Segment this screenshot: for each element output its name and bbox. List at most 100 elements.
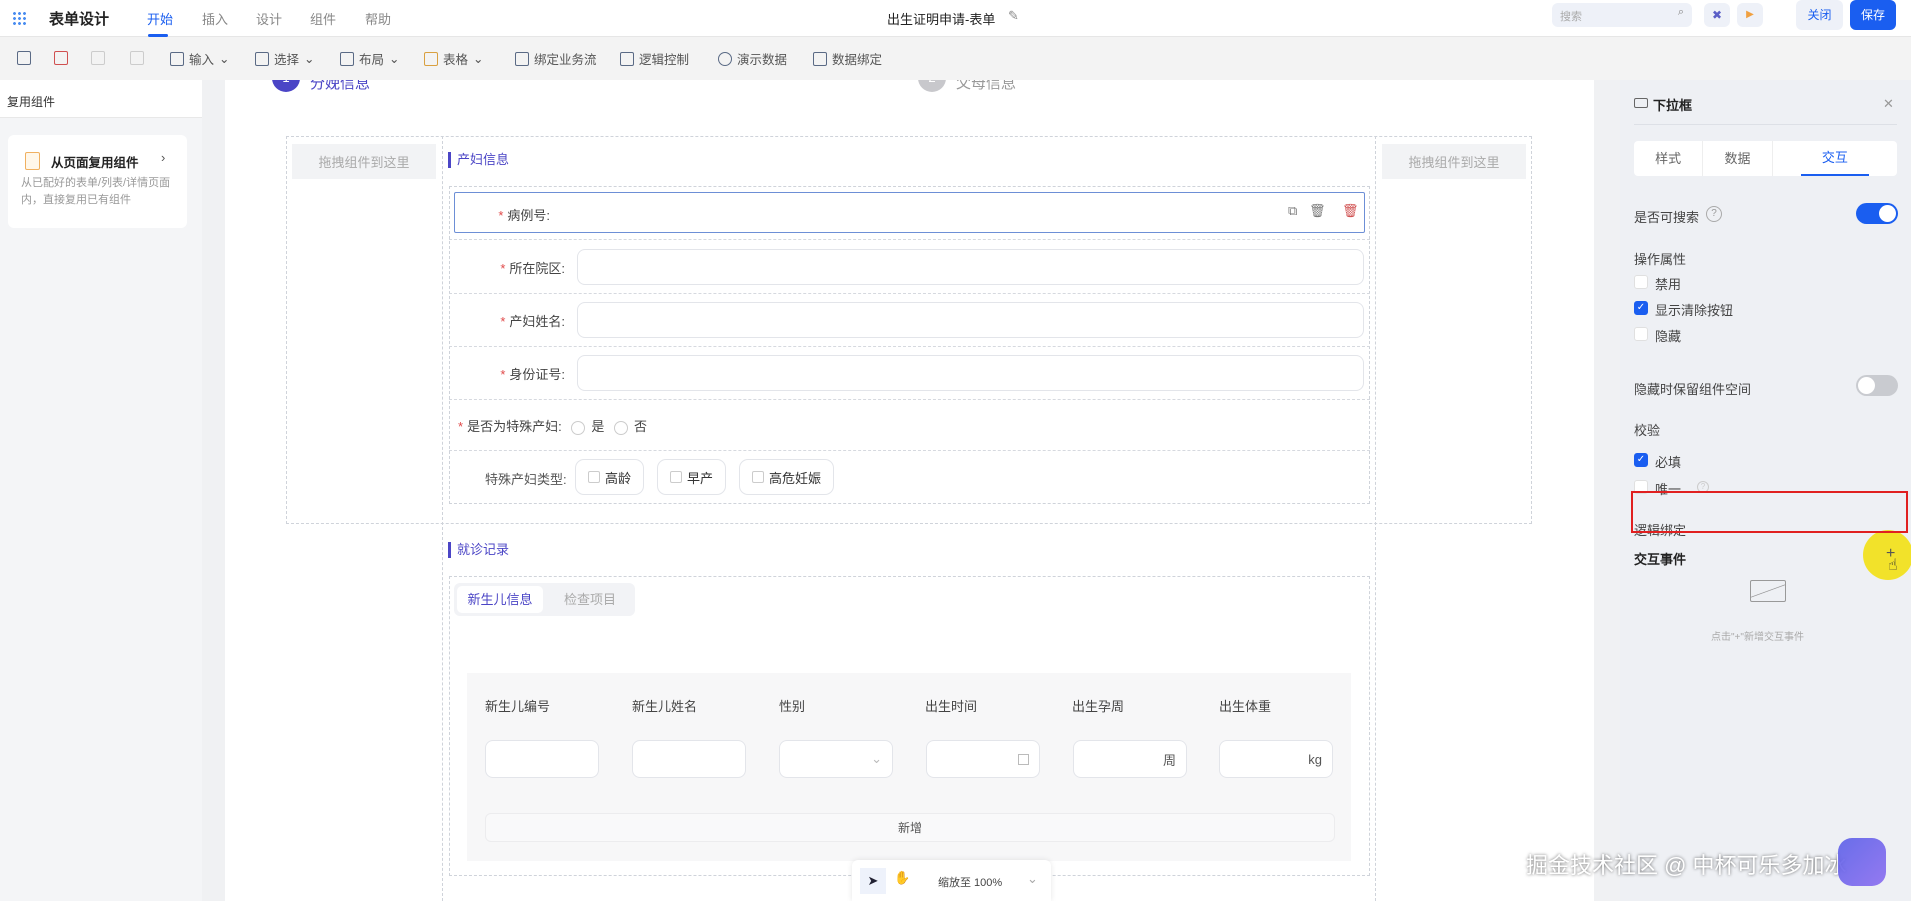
reuse-from-page-card[interactable]: 从页面复用组件 › 从已配好的表单/列表/详情页面内，直接复用已有组件 [8,135,187,228]
toolbar-data-binding[interactable]: 数据绑定 [813,49,882,68]
drop-zone-left[interactable]: 拖拽组件到这里 [292,144,436,179]
radio-no-label: 否 [633,419,647,434]
events-hint: 点击"+"新增交互事件 [1711,632,1804,643]
save-button[interactable]: 保存 [1850,0,1896,30]
panel-title: 下拉框 [1653,98,1693,113]
empty-events-icon [1750,580,1786,602]
app-title: 表单设计 [49,11,110,28]
select-icon [255,51,269,66]
tab-examinations[interactable]: 检查项目 [548,586,632,613]
flow-icon [515,51,529,66]
delete-field-icon[interactable]: 🗑 [1309,203,1326,219]
disable-checkbox[interactable] [1634,275,1648,289]
toolbar-demo-data[interactable]: 演示数据 [718,49,787,68]
disable-label: 禁用 [1655,277,1682,292]
op-title: 操作属性 [1634,252,1687,267]
birth-weight-input[interactable]: kg [1219,740,1333,778]
gestational-week-input[interactable]: 周 [1073,740,1187,778]
radio-yes[interactable] [571,420,586,435]
id-number-input[interactable] [577,355,1364,391]
nav-design[interactable]: 设计 [256,9,282,28]
calendar-icon [1018,753,1029,765]
tab-interaction[interactable]: 交互 [1800,141,1869,176]
birth-time-picker[interactable] [926,740,1040,778]
delete-icon[interactable] [54,51,68,65]
checkbox-advanced-age[interactable]: 高龄 [575,459,645,495]
toolbar: 输入 ⌄ 选择 ⌄ 布局 ⌄ 表格 ⌄ 绑定业务流 逻辑控制 演示数据 数据绑定 [0,37,1911,80]
toolbar-select-label: 选择 [274,53,300,67]
nav-components[interactable]: 组件 [310,9,336,28]
gender-select[interactable]: ⌄ [779,740,893,778]
nav-start[interactable]: 开始 [147,9,173,28]
left-panel-header: 复用组件 [0,80,202,118]
cursor-hand-icon: ☝ [1888,557,1898,574]
hide-checkbox[interactable] [1634,327,1648,341]
chevron-down-icon: ⌄ [389,52,400,66]
help-icon[interactable]: ? [1706,206,1722,222]
panel-divider [1634,124,1897,125]
radio-no[interactable] [613,420,628,435]
nav-help[interactable]: 帮助 [365,9,391,28]
toolbar-select[interactable]: 选择 ⌄ [255,49,315,68]
field-label-maternal-name: * 产妇姓名: [500,314,565,329]
toolbar-layout-label: 布局 [359,53,385,67]
search-input[interactable]: 搜索 ⌕ [1552,3,1692,27]
maternal-name-input[interactable] [577,302,1364,338]
chat-assistant-icon[interactable] [1838,838,1886,886]
keep-space-toggle[interactable] [1856,375,1898,396]
row-divider [449,399,1370,400]
required-checkbox[interactable]: ✓ [1634,453,1648,467]
newborn-name-input[interactable] [632,740,746,778]
newborn-id-input[interactable] [485,740,599,778]
chevron-right-icon: › [161,150,166,165]
toolbar-table-label: 表格 [443,53,469,67]
search-icon: ⌕ [1677,6,1684,18]
show-clear-checkbox[interactable]: ✓ [1634,301,1648,315]
checkbox-icon [588,471,600,483]
paste-icon[interactable] [130,51,144,65]
remove-field-icon[interactable]: 🗑 [1342,203,1359,219]
preview-play-icon[interactable]: ▶ [1737,3,1763,27]
copy-icon[interactable] [17,51,31,65]
close-panel-icon[interactable]: ✕ [1883,96,1894,112]
hand-tool-icon[interactable]: ✋ [894,870,910,886]
searchable-toggle[interactable] [1856,203,1898,224]
row-divider [449,450,1370,451]
add-row-button[interactable]: 新增 [485,813,1335,842]
toolbar-logic[interactable]: 逻辑控制 [620,49,689,68]
app-grid-icon[interactable] [12,11,26,25]
tab-newborn-info[interactable]: 新生儿信息 [457,586,543,613]
layout-icon [340,51,354,66]
close-button[interactable]: 关闭 [1796,0,1843,30]
chevron-down-icon[interactable]: ⌄ [1027,871,1038,887]
column-header: 新生儿姓名 [632,699,698,714]
toolbar-bind-flow[interactable]: 绑定业务流 [515,49,597,68]
checkbox-premature[interactable]: 早产 [657,459,727,495]
searchable-label: 是否可搜索 [1634,210,1700,225]
toolbar-table[interactable]: 表格 ⌄ [424,49,484,68]
field-label-id-number: * 身份证号: [500,367,565,382]
row-divider [449,239,1370,240]
nav-insert[interactable]: 插入 [202,9,228,28]
show-clear-label: 显示清除按钮 [1655,303,1734,318]
logic-icon [620,51,634,66]
special-type-label: 特殊产妇类型: [485,472,567,487]
keep-space-label: 隐藏时保留组件空间 [1634,382,1752,397]
case-number-input[interactable] [577,195,1363,231]
tab-data[interactable]: 数据 [1703,141,1773,176]
tab-style[interactable]: 样式 [1634,141,1704,176]
copy-field-icon[interactable]: ⧉ [1288,203,1297,219]
drop-zone-right[interactable]: 拖拽组件到这里 [1382,144,1526,179]
debug-icon[interactable]: ✖ [1704,3,1730,27]
toolbar-layout[interactable]: 布局 ⌄ [340,49,400,68]
toolbar-input[interactable]: 输入 ⌄ [170,49,230,68]
edit-title-icon[interactable]: ✎ [1008,8,1019,24]
row-divider [449,293,1370,294]
zoom-level[interactable]: 缩放至 100% [938,874,1002,890]
pointer-tool-icon[interactable]: ➤ [860,868,886,894]
toolbar-input-label: 输入 [189,53,215,67]
clear-icon[interactable] [91,51,105,65]
campus-input[interactable] [577,249,1364,285]
checkbox-high-risk[interactable]: 高危妊娠 [739,459,835,495]
left-panel: 复用组件 从页面复用组件 › 从已配好的表单/列表/详情页面内，直接复用已有组件 [0,80,202,901]
